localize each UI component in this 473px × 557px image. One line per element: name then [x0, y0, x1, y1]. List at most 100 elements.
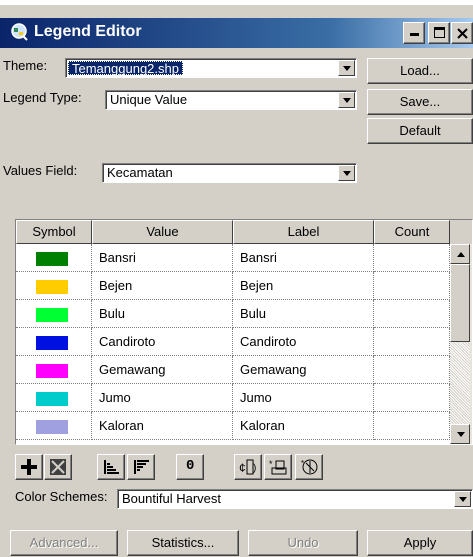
scroll-track[interactable]: [450, 342, 470, 424]
count-cell: [374, 412, 450, 440]
table-row[interactable]: Bejen Bejen: [16, 272, 450, 300]
label-cell[interactable]: Gemawang: [233, 356, 374, 384]
value-cell[interactable]: Kaloran: [92, 412, 233, 440]
symbol-swatch: [36, 364, 68, 378]
symbol-swatch: [36, 280, 68, 294]
values-field-select[interactable]: Kecamatan: [102, 163, 357, 183]
default-button[interactable]: Default: [367, 118, 473, 144]
theme-value: Temanggung2.shp: [68, 61, 183, 76]
legend-table[interactable]: Symbol Value Label Count Bansri Bansri B…: [15, 219, 473, 445]
table-header: Symbol Value Label Count: [16, 220, 472, 244]
top-edge: [0, 0, 473, 5]
add-icon: [21, 459, 37, 475]
values-field-dropdown-button[interactable]: [338, 165, 355, 181]
label-cell[interactable]: Bejen: [233, 272, 374, 300]
count-cell: [374, 244, 450, 272]
legend-type-label: Legend Type:: [3, 90, 82, 105]
paste-symbol-icon: *: [301, 459, 318, 475]
title-bar[interactable]: Legend Editor: [0, 18, 473, 48]
symbol-cell[interactable]: [16, 328, 92, 356]
maximize-button[interactable]: [428, 22, 450, 44]
chevron-down-icon: [343, 66, 351, 71]
symbol-cell[interactable]: [16, 356, 92, 384]
count-cell: [374, 272, 450, 300]
count-cell: [374, 328, 450, 356]
chevron-down-icon: [343, 98, 351, 103]
table-row[interactable]: Gemawang Gemawang: [16, 356, 450, 384]
value-cell[interactable]: Gemawang: [92, 356, 233, 384]
value-cell[interactable]: Jumo: [92, 384, 233, 412]
count-cell: [374, 300, 450, 328]
svg-text:¢: ¢: [239, 461, 246, 475]
label-cell[interactable]: Candiroto: [233, 328, 374, 356]
header-label[interactable]: Label: [233, 220, 374, 244]
delete-value-button[interactable]: [44, 454, 72, 480]
sort-ascending-button[interactable]: [97, 454, 125, 480]
statistics-button[interactable]: Statistics...: [127, 530, 239, 556]
color-schemes-select[interactable]: Bountiful Harvest: [117, 489, 473, 509]
close-button[interactable]: [451, 22, 473, 44]
label-cell[interactable]: Kaloran: [233, 412, 374, 440]
sort-descending-button[interactable]: [127, 454, 155, 480]
value-cell[interactable]: Candiroto: [92, 328, 233, 356]
reverse-button[interactable]: ¢): [234, 454, 262, 480]
table-row[interactable]: Kaloran Kaloran: [16, 412, 450, 440]
header-symbol[interactable]: Symbol: [16, 220, 92, 244]
scroll-up-button[interactable]: [450, 244, 470, 264]
table-row[interactable]: Candiroto Candiroto: [16, 328, 450, 356]
apply-button[interactable]: Apply: [367, 530, 473, 556]
symbol-swatch: [36, 392, 68, 406]
symbol-cell[interactable]: [16, 244, 92, 272]
legend-type-value: Unique Value: [110, 92, 188, 107]
symbol-cell[interactable]: [16, 272, 92, 300]
add-value-button[interactable]: [15, 454, 43, 480]
label-cell[interactable]: Jumo: [233, 384, 374, 412]
scroll-thumb[interactable]: [450, 264, 470, 342]
copy-symbol-button[interactable]: *: [264, 454, 292, 480]
symbol-cell[interactable]: [16, 412, 92, 440]
save-button[interactable]: Save...: [367, 89, 473, 115]
symbol-swatch: [36, 336, 68, 350]
header-value[interactable]: Value: [92, 220, 233, 244]
count-cell: [374, 356, 450, 384]
arrow-up-icon: [457, 252, 465, 257]
scroll-down-button[interactable]: [450, 424, 470, 444]
arrow-down-icon: [457, 432, 465, 437]
chevron-down-icon: [343, 171, 351, 176]
load-button[interactable]: Load...: [367, 58, 473, 84]
maximize-icon: [434, 27, 445, 38]
symbol-cell[interactable]: [16, 384, 92, 412]
zero-button[interactable]: 0: [176, 454, 204, 480]
table-row[interactable]: Jumo Jumo: [16, 384, 450, 412]
value-cell[interactable]: Bansri: [92, 244, 233, 272]
theme-label: Theme:: [3, 58, 48, 73]
svg-text:*: *: [301, 459, 304, 468]
table-row[interactable]: Bansri Bansri: [16, 244, 450, 272]
svg-text:): ): [253, 463, 256, 474]
zero-label: 0: [186, 458, 195, 474]
color-schemes-dropdown-button[interactable]: [454, 491, 471, 507]
color-schemes-value: Bountiful Harvest: [122, 491, 221, 506]
minimize-button[interactable]: [403, 22, 425, 44]
header-count[interactable]: Count: [374, 220, 450, 244]
legend-type-select[interactable]: Unique Value: [105, 90, 357, 110]
symbol-swatch: [36, 252, 68, 266]
label-cell[interactable]: Bansri: [233, 244, 374, 272]
legend-editor-icon: [11, 23, 28, 41]
theme-dropdown-button[interactable]: [338, 60, 355, 76]
undo-button[interactable]: Undo: [248, 530, 358, 556]
symbol-swatch: [36, 308, 68, 322]
label-cell[interactable]: Bulu: [233, 300, 374, 328]
advanced-button[interactable]: Advanced...: [10, 530, 118, 556]
symbol-cell[interactable]: [16, 300, 92, 328]
delete-icon: [50, 459, 66, 475]
table-scrollbar[interactable]: [450, 244, 472, 444]
paste-symbol-button[interactable]: *: [295, 454, 323, 480]
table-row[interactable]: Bulu Bulu: [16, 300, 450, 328]
value-cell[interactable]: Bulu: [92, 300, 233, 328]
theme-select[interactable]: Temanggung2.shp: [65, 58, 357, 78]
legend-type-dropdown-button[interactable]: [338, 92, 355, 108]
value-cell[interactable]: Bejen: [92, 272, 233, 300]
close-icon: [457, 28, 468, 39]
copy-symbol-icon: *: [269, 459, 287, 475]
